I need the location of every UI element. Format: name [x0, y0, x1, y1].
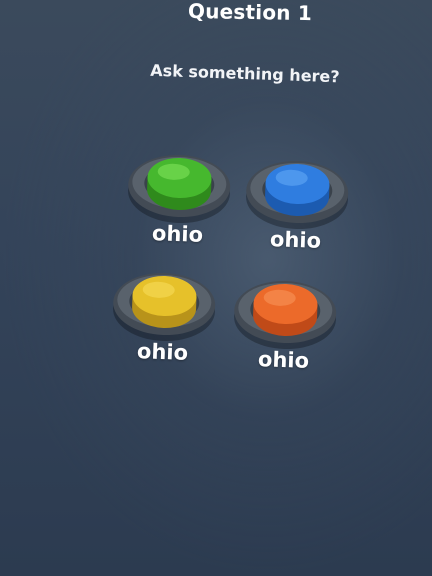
answer-button-yellow[interactable]: ohio	[100, 262, 225, 416]
answer-button-orange[interactable]: ohio	[221, 270, 346, 424]
game-scene: Question 1 Ask something here? ohio ohio	[0, 0, 432, 576]
question-prompt: Ask something here?	[150, 60, 340, 87]
green-buzzer-icon	[128, 154, 231, 224]
orange-buzzer-icon	[234, 280, 337, 350]
answer-label: ohio	[151, 221, 204, 247]
yellow-buzzer-icon	[113, 272, 216, 342]
question-title: Question 1	[187, 0, 313, 26]
answer-label: ohio	[257, 347, 310, 373]
blue-buzzer-icon	[246, 160, 349, 230]
answer-label: ohio	[269, 227, 322, 253]
answer-label: ohio	[136, 339, 189, 365]
